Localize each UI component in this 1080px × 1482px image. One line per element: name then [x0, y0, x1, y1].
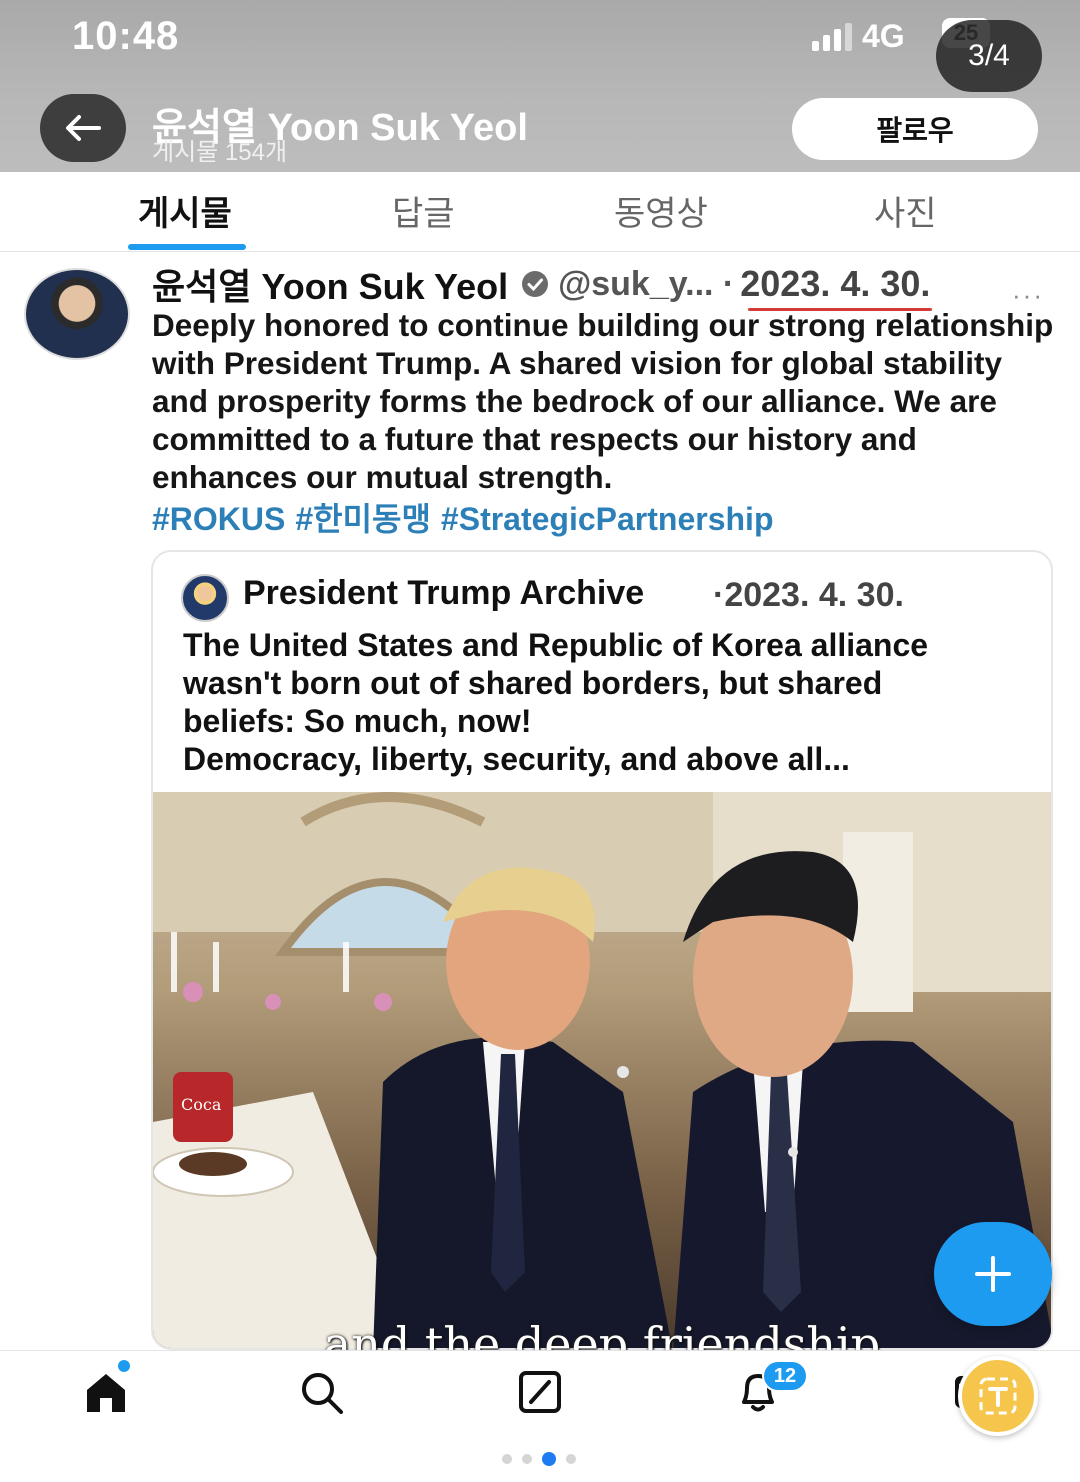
tab-posts[interactable]: 게시물 [138, 186, 232, 235]
compose-icon [519, 1371, 561, 1413]
page-dot-active [542, 1452, 556, 1466]
signal-icon [812, 22, 852, 51]
quoted-text-line: Democracy, liberty, security, and above … [183, 741, 850, 777]
compose-fab[interactable] [934, 1222, 1052, 1326]
hashtag-link[interactable]: #ROKUS [152, 501, 285, 537]
home-icon [87, 1374, 125, 1412]
tweet-header: 윤석열 Yoon Suk Yeol @suk_y... · 2023. 4. 3… [152, 262, 933, 311]
quoted-tweet-date: ·2023. 4. 30. [713, 576, 904, 614]
profile-header: 10:48 4G 25 3/4 윤석열 Yoon Suk Yeol 게시물 15… [0, 0, 1080, 172]
tweet-hashtags: #ROKUS #한미동맹 #StrategicPartnership [152, 494, 783, 540]
quoted-tweet-card[interactable]: President Trump Archive ·2023. 4. 30. Th… [151, 550, 1053, 1350]
tweet-text: Deeply honored to continue building our … [152, 307, 1054, 495]
verified-badge-icon [522, 271, 549, 297]
nav-home[interactable] [78, 1367, 134, 1417]
quoted-text-line: beliefs: So much, now! [183, 703, 532, 739]
search-icon [302, 1373, 343, 1414]
follow-button[interactable]: 팔로우 [792, 98, 1038, 160]
quoted-tweet-text: The United States and Republic of Korea … [183, 626, 1033, 778]
back-button[interactable] [40, 94, 126, 162]
tweet-handle[interactable]: @suk_y... · [558, 265, 734, 304]
post-count: 게시물 154개 [152, 139, 288, 166]
nav-compose[interactable] [512, 1367, 568, 1417]
profile-tabs: 게시물 답글 동영상 사진 [0, 172, 1080, 252]
page-dot [502, 1454, 512, 1464]
nav-search[interactable] [294, 1367, 350, 1417]
quoted-author-avatar [181, 574, 229, 622]
tweet-author-name[interactable]: 윤석열 Yoon Suk Yeol [152, 258, 508, 310]
photo-caption-text: and the deep friendship [323, 1317, 881, 1350]
bottom-navigation [0, 1350, 1080, 1432]
tweet-date[interactable]: 2023. 4. 30. [740, 263, 933, 311]
status-time: 10:48 [72, 14, 180, 58]
quoted-text-line: The United States and Republic of Korea … [183, 627, 929, 663]
status-indicators: 4G [812, 18, 905, 55]
network-type: 4G [862, 18, 905, 54]
quoted-author-name: President Trump Archive [243, 574, 645, 612]
tab-videos[interactable]: 동영상 [614, 186, 708, 235]
quoted-tweet-photo[interactable]: Coca [153, 792, 1051, 1348]
arrow-left-icon [66, 115, 101, 141]
photo-caption-overlay: and the deep friendship [150, 1316, 1054, 1350]
tab-photos[interactable]: 사진 [874, 186, 937, 235]
image-page-counter: 3/4 [936, 20, 1042, 92]
avatar[interactable] [24, 268, 130, 360]
translate-icon [979, 1377, 1017, 1415]
home-unread-dot [118, 1360, 130, 1372]
hashtag-link[interactable]: #StrategicPartnership [441, 501, 774, 537]
carousel-page-dots [502, 1452, 576, 1466]
plus-icon [975, 1256, 1011, 1292]
notification-badge: 12 [762, 1360, 808, 1392]
tab-replies[interactable]: 답글 [392, 186, 455, 235]
photo-illustration: Coca [153, 792, 1051, 1348]
hashtag-link[interactable]: #한미동맹 [295, 501, 431, 537]
page-dot [566, 1454, 576, 1464]
svg-text:Coca: Coca [181, 1095, 222, 1114]
quoted-text-line: wasn't born out of shared borders, but s… [183, 665, 883, 701]
translate-overlay-button[interactable] [958, 1356, 1038, 1436]
page-dot [522, 1454, 532, 1464]
active-tab-indicator [128, 244, 246, 250]
